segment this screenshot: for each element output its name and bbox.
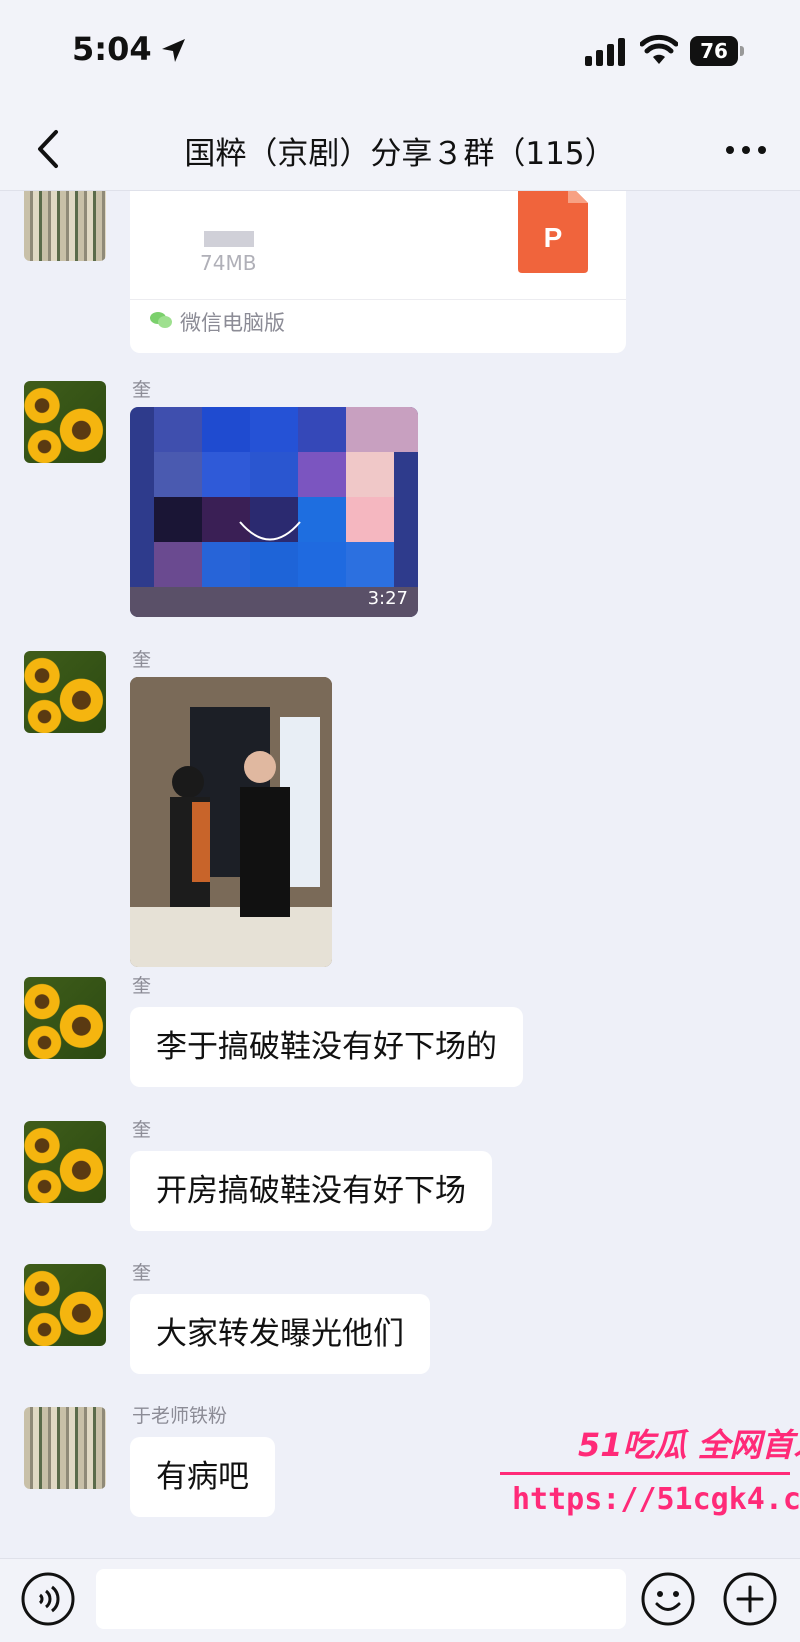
message-bubble[interactable]: 大家转发曝光他们 bbox=[130, 1294, 430, 1374]
sender-name: 奎 bbox=[132, 379, 152, 401]
voice-input-icon[interactable] bbox=[20, 1571, 76, 1627]
battery-indicator: 76 bbox=[690, 36, 744, 66]
video-message[interactable]: 3:27 bbox=[130, 407, 418, 617]
watermark-line bbox=[500, 1472, 790, 1475]
message-bubble[interactable]: 有病吧 bbox=[130, 1437, 275, 1517]
emoji-icon[interactable] bbox=[640, 1571, 696, 1627]
file-size: 74MB bbox=[200, 251, 257, 275]
sender-name: 奎 bbox=[132, 1262, 152, 1284]
divider bbox=[130, 299, 626, 300]
message-bubble[interactable]: 开房搞破鞋没有好下场 bbox=[130, 1151, 492, 1231]
avatar[interactable] bbox=[24, 191, 106, 261]
photo-image bbox=[130, 677, 332, 967]
video-thumbnail bbox=[130, 407, 418, 617]
status-time: 5:04 bbox=[72, 30, 152, 68]
input-bar bbox=[0, 1558, 800, 1642]
battery-cap bbox=[740, 46, 744, 56]
file-message[interactable]: 74MB P 微信电脑版 bbox=[130, 191, 626, 353]
sender-name: 奎 bbox=[132, 1119, 152, 1141]
wifi-icon bbox=[640, 34, 678, 64]
battery-level: 76 bbox=[690, 36, 738, 66]
file-source: 微信电脑版 bbox=[180, 311, 285, 335]
more-options-icon[interactable] bbox=[724, 140, 768, 160]
chat-title: 国粹（京剧）分享３群（115） bbox=[184, 136, 616, 172]
avatar[interactable] bbox=[24, 1264, 106, 1346]
wechat-icon bbox=[150, 312, 172, 328]
message-list[interactable]: 74MB P 微信电脑版 奎 3:27 奎 奎 李于搞破鞋没有好下场的 奎 开房… bbox=[0, 191, 800, 1558]
message-input[interactable] bbox=[96, 1569, 626, 1629]
avatar[interactable] bbox=[24, 381, 106, 463]
plus-icon[interactable] bbox=[722, 1571, 778, 1627]
avatar[interactable] bbox=[24, 1121, 106, 1203]
sender-name: 奎 bbox=[132, 649, 152, 671]
avatar[interactable] bbox=[24, 977, 106, 1059]
sender-name: 奎 bbox=[132, 975, 152, 997]
message-bubble[interactable]: 李于搞破鞋没有好下场的 bbox=[130, 1007, 523, 1087]
watermark-url: https://51cgk4.com bbox=[512, 1482, 800, 1517]
status-bar: 5:04 76 bbox=[0, 0, 800, 110]
avatar[interactable] bbox=[24, 651, 106, 733]
file-name-redacted bbox=[204, 231, 254, 247]
ppt-file-letter: P bbox=[544, 222, 563, 253]
photo-message[interactable] bbox=[130, 677, 332, 967]
sender-name: 于老师铁粉 bbox=[132, 1405, 228, 1427]
cellular-signal-icon bbox=[585, 38, 625, 66]
watermark: 51吃瓜 全网首发 https://51cgk4.com bbox=[500, 1420, 800, 1550]
location-arrow-icon bbox=[162, 39, 185, 62]
avatar[interactable] bbox=[24, 1407, 106, 1489]
ppt-file-icon: P bbox=[518, 191, 588, 273]
video-duration: 3:27 bbox=[367, 588, 408, 609]
watermark-brand: 51吃瓜 全网首发 bbox=[578, 1426, 800, 1464]
chat-header: 国粹（京剧）分享３群（115） bbox=[0, 110, 800, 191]
